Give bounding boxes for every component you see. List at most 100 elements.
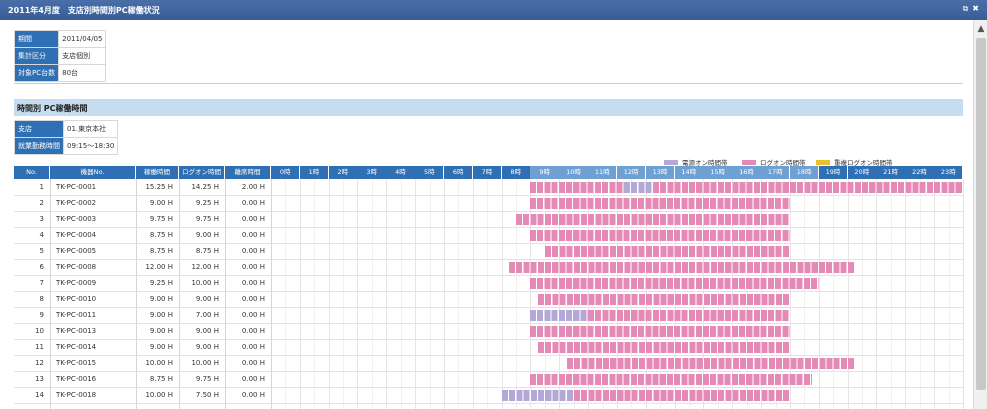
logon-time: 7.00 H bbox=[195, 311, 219, 319]
grid-line bbox=[314, 179, 316, 409]
logon-bar bbox=[573, 389, 790, 401]
hour-header: 5時 bbox=[415, 166, 445, 179]
power-on-bar bbox=[530, 309, 589, 321]
away-time: 2.00 H bbox=[241, 183, 265, 191]
hour-header: 14時 bbox=[674, 166, 704, 179]
period-value: 2011/04/05 bbox=[58, 30, 107, 48]
scroll-up-icon[interactable]: ▲ bbox=[974, 24, 987, 36]
operating-time: 10.00 H bbox=[145, 391, 173, 399]
away-time: 0.00 H bbox=[241, 343, 265, 351]
hour-header: 11時 bbox=[588, 166, 618, 179]
logon-time: 9.25 H bbox=[195, 199, 219, 207]
logon-bar bbox=[653, 181, 963, 193]
hour-header: 22時 bbox=[905, 166, 935, 179]
row-separator bbox=[14, 403, 963, 404]
hour-header: 2時 bbox=[328, 166, 358, 179]
hour-header: 3時 bbox=[357, 166, 387, 179]
column-header: 機器No. bbox=[50, 166, 136, 179]
hour-header: 8時 bbox=[501, 166, 531, 179]
away-time: 0.00 H bbox=[241, 311, 265, 319]
power-on-bar bbox=[624, 181, 654, 193]
grid-line bbox=[847, 179, 849, 409]
grid-line bbox=[818, 179, 820, 409]
legend-swatch-power bbox=[664, 159, 678, 165]
row-number: 8 bbox=[39, 295, 44, 303]
row-number: 6 bbox=[39, 263, 44, 271]
away-time: 0.00 H bbox=[241, 231, 265, 239]
row-number: 7 bbox=[39, 279, 44, 287]
away-time: 0.00 H bbox=[241, 247, 265, 255]
operating-time: 8.75 H bbox=[149, 375, 173, 383]
grid-line bbox=[487, 179, 489, 409]
grid-line bbox=[271, 179, 272, 409]
logon-bar bbox=[508, 261, 855, 273]
hour-header: 16時 bbox=[732, 166, 762, 179]
operating-time: 8.75 H bbox=[149, 247, 173, 255]
grid-line bbox=[443, 179, 445, 409]
logon-time: 9.00 H bbox=[195, 327, 219, 335]
vertical-scrollbar[interactable]: ▲ bbox=[973, 20, 987, 409]
grid-line bbox=[934, 179, 936, 409]
row-number: 12 bbox=[35, 359, 44, 367]
row-number: 11 bbox=[35, 343, 44, 351]
hour-header: 9時 bbox=[530, 166, 560, 179]
device-number: TK-PC-0010 bbox=[56, 295, 97, 303]
window-title: 2011年4月度 支店別時間別PC稼働状況 bbox=[8, 6, 160, 15]
window-title-bar: 2011年4月度 支店別時間別PC稼働状況 ⧉ ✖ bbox=[0, 0, 987, 20]
device-number: TK-PC-0014 bbox=[56, 343, 97, 351]
grid-line bbox=[472, 179, 474, 409]
hour-header: 17時 bbox=[761, 166, 791, 179]
work-hours-label: 就業勤務時間 bbox=[14, 137, 64, 155]
logon-time: 9.00 H bbox=[195, 231, 219, 239]
logon-bar bbox=[588, 309, 790, 321]
operating-time: 9.00 H bbox=[149, 311, 173, 319]
logon-bar bbox=[530, 373, 812, 385]
divider bbox=[14, 83, 963, 84]
grid-line bbox=[415, 179, 417, 409]
device-number: TK-PC-0008 bbox=[56, 263, 97, 271]
power-on-bar bbox=[501, 389, 574, 401]
grid-line bbox=[948, 179, 950, 409]
grid-line bbox=[876, 179, 878, 409]
row-number: 1 bbox=[39, 183, 44, 191]
work-hours-value: 09:15～18:30 bbox=[62, 137, 119, 155]
grid-line bbox=[833, 179, 835, 409]
device-number: TK-PC-0013 bbox=[56, 327, 97, 335]
row-number: 2 bbox=[39, 199, 44, 207]
period-info-table: 期間 2011/04/05 集計区分 支店個別 対象PC台数 80台 bbox=[13, 30, 107, 82]
logon-bar bbox=[530, 277, 819, 289]
operating-time: 9.00 H bbox=[149, 295, 173, 303]
away-time: 0.00 H bbox=[241, 263, 265, 271]
hour-header: 0時 bbox=[271, 166, 301, 179]
away-time: 0.00 H bbox=[241, 391, 265, 399]
hour-header: 19時 bbox=[818, 166, 849, 179]
grid-line bbox=[299, 179, 301, 409]
column-header: 稼働時間 bbox=[136, 166, 179, 179]
row-number: 10 bbox=[35, 327, 44, 335]
row-number: 4 bbox=[39, 231, 44, 239]
scrollbar-thumb[interactable] bbox=[976, 38, 986, 390]
operating-time: 15.25 H bbox=[145, 183, 173, 191]
grid-line bbox=[285, 179, 287, 409]
hour-header: 7時 bbox=[472, 166, 503, 179]
close-icon[interactable]: ✖ bbox=[972, 4, 979, 14]
grid-line bbox=[862, 179, 864, 409]
branch-label: 支店 bbox=[14, 120, 64, 138]
hour-header: 21時 bbox=[876, 166, 906, 179]
logon-time: 10.00 H bbox=[191, 359, 219, 367]
hour-header: 15時 bbox=[703, 166, 733, 179]
logon-time: 12.00 H bbox=[191, 263, 219, 271]
section-header: 時間別 PC稼働時間 bbox=[14, 99, 963, 116]
hour-header: 4時 bbox=[386, 166, 416, 179]
away-time: 0.00 H bbox=[241, 279, 265, 287]
grid-line bbox=[905, 179, 907, 409]
device-number: TK-PC-0005 bbox=[56, 247, 97, 255]
away-time: 0.00 H bbox=[241, 215, 265, 223]
away-time: 0.00 H bbox=[241, 327, 265, 335]
row-number: 13 bbox=[35, 375, 44, 383]
legend-swatch-dup bbox=[816, 159, 830, 165]
pc-operation-grid: No. 機器No. 稼働時間 ログオン時間 離席時間 0時 1時 2時 3時 4時 5時 6時 7時 8時… bbox=[14, 166, 964, 409]
grid-line bbox=[919, 179, 921, 409]
device-number: TK-PC-0015 bbox=[56, 359, 97, 367]
restore-icon[interactable]: ⧉ bbox=[963, 4, 969, 14]
